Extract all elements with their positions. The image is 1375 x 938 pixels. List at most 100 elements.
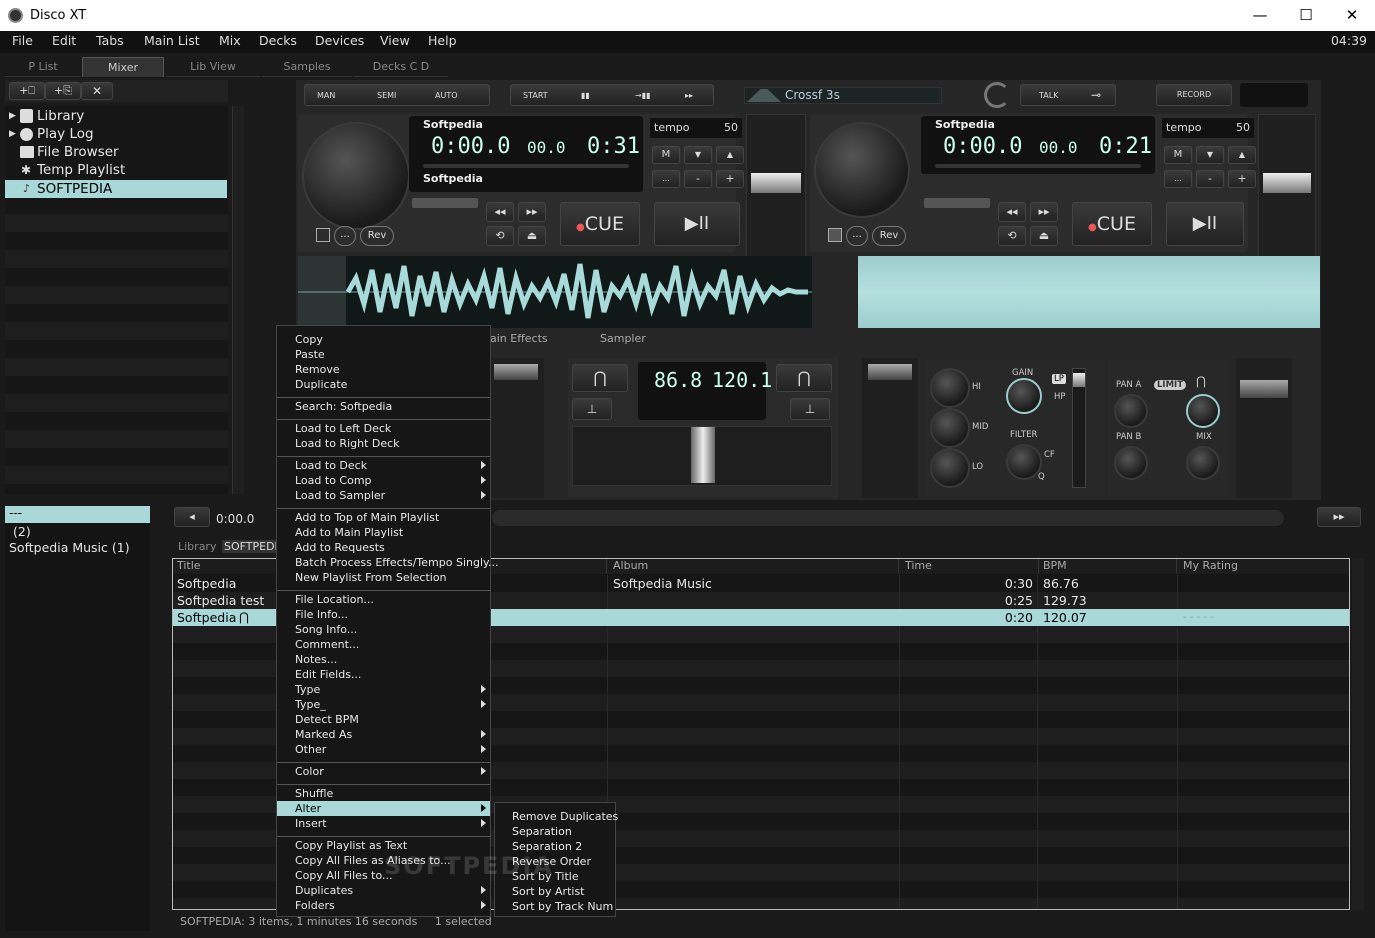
filter-knob[interactable] bbox=[1006, 444, 1042, 480]
col-time[interactable]: Time bbox=[905, 559, 1039, 574]
deck-a-rev-button[interactable]: Rev bbox=[360, 226, 394, 246]
fader-handle[interactable] bbox=[1073, 373, 1085, 387]
eject-icon[interactable]: ⏏ bbox=[1030, 226, 1058, 246]
context-menu-item[interactable]: Shuffle bbox=[295, 786, 333, 801]
context-menu-item[interactable]: Load to Sampler bbox=[295, 488, 385, 503]
deck-a-waveform[interactable] bbox=[298, 256, 812, 328]
deck-a-jog-wheel[interactable] bbox=[302, 122, 410, 230]
menu-view[interactable]: View bbox=[380, 33, 410, 48]
context-menu-item[interactable]: Load to Deck bbox=[295, 458, 367, 473]
context-menu-item[interactable]: Marked As bbox=[295, 727, 352, 742]
context-menu-item[interactable]: Add to Main Playlist bbox=[295, 525, 403, 540]
context-menu-item[interactable]: Batch Process Effects/Tempo Singly... bbox=[295, 555, 498, 570]
mix-b-knob[interactable] bbox=[1186, 446, 1220, 480]
auto-button[interactable]: AUTO bbox=[435, 91, 458, 100]
context-menu-item[interactable]: Copy bbox=[295, 332, 323, 347]
cell-rating[interactable]: - - - - - bbox=[1183, 609, 1214, 626]
add-folder-button[interactable]: +⎘ bbox=[45, 82, 81, 100]
pan-b-knob[interactable] bbox=[1114, 446, 1148, 480]
headphones-b-icon[interactable]: ⋂ bbox=[776, 364, 832, 392]
maximize-button[interactable]: ☐ bbox=[1283, 0, 1329, 31]
deck-a-down-button[interactable]: ▼ bbox=[684, 146, 712, 164]
col-bpm[interactable]: BPM bbox=[1043, 559, 1177, 574]
fader-handle[interactable] bbox=[751, 173, 801, 193]
list-item-dash[interactable]: --- bbox=[5, 506, 150, 523]
deck-a-tempo-fader[interactable] bbox=[746, 114, 806, 264]
tab-main-effects[interactable]: ain Effects bbox=[490, 332, 548, 345]
add-playlist-button[interactable]: +⎕ bbox=[9, 82, 45, 100]
menu-main-list[interactable]: Main List bbox=[144, 33, 200, 48]
start-button[interactable]: START bbox=[523, 91, 548, 100]
deck-b-plus-button[interactable]: + bbox=[1228, 170, 1256, 188]
deck-b-pitch-slider[interactable] bbox=[924, 198, 990, 208]
limit-button[interactable]: LIMIT bbox=[1154, 380, 1186, 390]
deck-a-more-button[interactable]: ... bbox=[334, 226, 356, 246]
tab-lib-view[interactable]: Lib View bbox=[166, 57, 260, 77]
deck-a-pitch-slider[interactable] bbox=[412, 198, 478, 208]
sync-b-icon[interactable]: ⊥ bbox=[790, 398, 830, 420]
sync-button[interactable]: →▮▮ bbox=[635, 91, 651, 100]
semi-button[interactable]: SEMI bbox=[377, 91, 396, 100]
deck-b-m-button[interactable]: M bbox=[1164, 146, 1192, 164]
context-menu-item[interactable]: Remove bbox=[295, 362, 340, 377]
tree-scrollbar[interactable] bbox=[232, 106, 244, 494]
hi-knob[interactable] bbox=[930, 368, 970, 408]
deck-a-plus-button[interactable]: + bbox=[716, 170, 744, 188]
headphones-a-icon[interactable]: ⋂ bbox=[572, 364, 628, 392]
context-menu-item[interactable]: Copy All Files to... bbox=[295, 868, 393, 883]
crossfader[interactable] bbox=[572, 426, 832, 486]
rewind-button[interactable]: ◂◂ bbox=[486, 202, 514, 222]
deck-b-cue-button[interactable]: ●CUE bbox=[1072, 202, 1152, 246]
lp-button[interactable]: LP bbox=[1052, 374, 1066, 384]
deck-a-up-button[interactable]: ▲ bbox=[716, 146, 744, 164]
context-menu-item[interactable]: Add to Requests bbox=[295, 540, 385, 555]
context-menu-item[interactable]: Type_ bbox=[295, 697, 326, 712]
tree-item-play-log[interactable]: ▶ Play Log bbox=[5, 125, 227, 143]
channel-b-fader[interactable] bbox=[862, 358, 918, 498]
fader-handle[interactable] bbox=[1263, 173, 1311, 193]
stop-icon[interactable] bbox=[316, 228, 330, 242]
expand-arrow-icon[interactable]: ▶ bbox=[9, 125, 16, 143]
forward-button[interactable]: ▸▸ bbox=[1317, 507, 1361, 527]
stop-icon[interactable] bbox=[828, 228, 842, 242]
lo-knob[interactable] bbox=[930, 448, 970, 488]
deck-b-rev-button[interactable]: Rev bbox=[872, 226, 906, 246]
master-fader[interactable] bbox=[1236, 358, 1292, 498]
sync-a-icon[interactable]: ⊥ bbox=[572, 398, 612, 420]
submenu-item[interactable]: Remove Duplicates bbox=[512, 809, 618, 824]
context-menu-item[interactable]: File Location... bbox=[295, 592, 374, 607]
deck-a-cue-button[interactable]: ●CUE bbox=[560, 202, 640, 246]
context-menu-item[interactable]: Load to Comp bbox=[295, 473, 372, 488]
context-menu-item[interactable]: Comment... bbox=[295, 637, 359, 652]
tree-item-file-browser[interactable]: File Browser bbox=[5, 143, 227, 161]
deck-a-play-button[interactable]: ▶II bbox=[654, 202, 740, 246]
fader-handle[interactable] bbox=[494, 364, 538, 380]
deck-a-minus-button[interactable]: - bbox=[684, 170, 712, 188]
context-menu-item[interactable]: Duplicates bbox=[295, 883, 353, 898]
context-menu-item[interactable]: Paste bbox=[295, 347, 325, 362]
fader-handle[interactable] bbox=[1240, 380, 1288, 398]
submenu-item[interactable]: Sort by Track Num bbox=[512, 899, 613, 914]
crossfader-handle[interactable] bbox=[691, 427, 715, 483]
context-menu-item[interactable]: Add to Top of Main Playlist bbox=[295, 510, 439, 525]
context-menu-item[interactable]: Song Info... bbox=[295, 622, 357, 637]
deck-b-jog-wheel[interactable] bbox=[814, 122, 910, 218]
context-menu-item[interactable]: New Playlist From Selection bbox=[295, 570, 447, 585]
deck-b-tempo-fader[interactable] bbox=[1258, 114, 1316, 264]
man-button[interactable]: MAN bbox=[317, 91, 335, 100]
deck-a-m-button[interactable]: M bbox=[652, 146, 680, 164]
menu-devices[interactable]: Devices bbox=[315, 33, 364, 48]
crumb-library[interactable]: Library bbox=[178, 540, 216, 553]
menu-file[interactable]: File bbox=[12, 33, 33, 48]
tab-samples[interactable]: Samples bbox=[262, 57, 352, 77]
close-button[interactable]: ✕ bbox=[1329, 0, 1375, 31]
deck-b-progress[interactable] bbox=[935, 164, 1141, 168]
mid-knob[interactable] bbox=[930, 408, 970, 448]
forward-button[interactable]: ▸▸ bbox=[518, 202, 546, 222]
col-album[interactable]: Album bbox=[613, 559, 899, 574]
filter-fader[interactable] bbox=[1072, 368, 1086, 488]
deck-b-more-button[interactable]: ... bbox=[846, 226, 868, 246]
fast-forward-button[interactable]: ▸▸ bbox=[685, 91, 693, 100]
back-button[interactable]: ◂ bbox=[174, 507, 210, 527]
table-scrollbar[interactable] bbox=[1352, 558, 1364, 910]
